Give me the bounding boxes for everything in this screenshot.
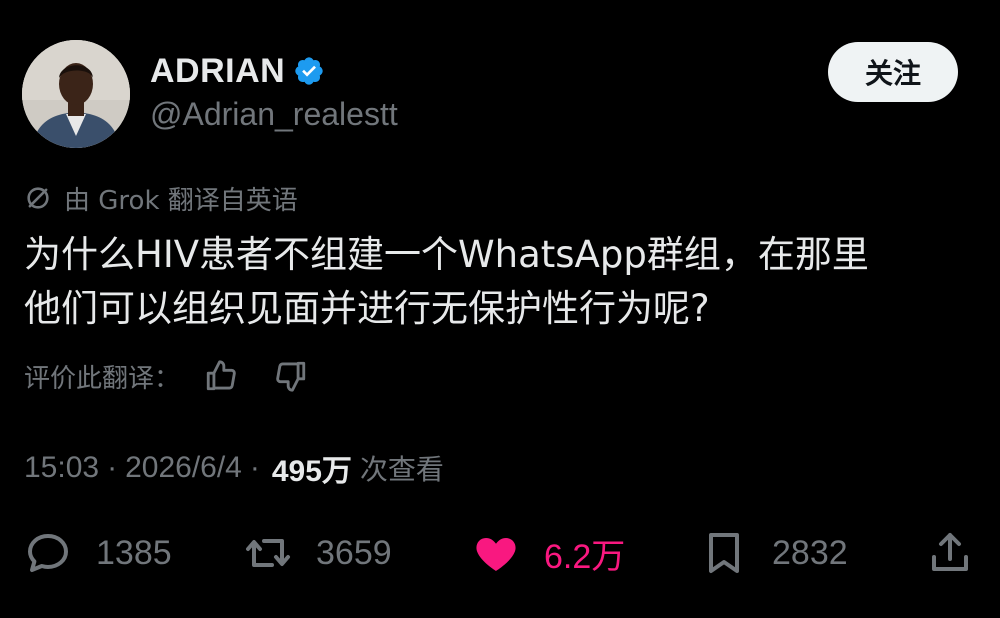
like-button[interactable]: 6.2万 <box>472 528 625 578</box>
translation-note: 由 Grok 翻译自英语 <box>24 180 298 216</box>
reply-button[interactable]: 1385 <box>24 528 172 578</box>
tweet-time[interactable]: 15:03 <box>24 451 99 485</box>
retweet-count: 3659 <box>316 533 392 572</box>
heart-icon <box>476 538 516 571</box>
author-avatar[interactable] <box>22 40 130 148</box>
bookmark-icon <box>709 533 739 573</box>
author-handle[interactable]: @Adrian_realestt <box>150 96 398 133</box>
bookmark-count: 2832 <box>772 533 848 572</box>
like-count: 6.2万 <box>544 537 626 576</box>
bookmark-button[interactable]: 2832 <box>700 528 848 578</box>
author-name-row[interactable]: ADRIAN <box>150 50 325 92</box>
views-label: 次查看 <box>359 453 444 486</box>
tweet-text-line-2: 他们可以组织见面并进行无保护性行为呢? <box>24 287 710 330</box>
tweet-text-line-1: 为什么HIV患者不组建一个WhatsApp群组，在那里 <box>24 233 869 276</box>
share-button[interactable] <box>926 528 974 578</box>
reply-icon <box>28 534 68 572</box>
rate-translation-label: 评价此翻译： <box>24 363 181 394</box>
thumbs-up-icon[interactable] <box>204 359 238 393</box>
author-display-name[interactable]: ADRIAN <box>150 52 285 91</box>
retweet-icon <box>246 539 290 567</box>
meta-separator: · <box>249 451 260 484</box>
tweet-meta: 15:03 · 2026/6/4 · 495万 次查看 <box>24 446 444 490</box>
translation-note-text: 由 Grok 翻译自英语 <box>64 185 298 216</box>
translate-disabled-icon <box>27 187 49 209</box>
tweet-date[interactable]: 2026/6/4 <box>125 451 242 485</box>
verified-badge-icon <box>295 57 323 85</box>
follow-button[interactable]: 关注 <box>828 42 958 102</box>
thumbs-down-icon[interactable] <box>274 359 308 393</box>
rate-translation-row: 评价此翻译： <box>24 356 308 396</box>
reply-count: 1385 <box>96 533 172 572</box>
views-count[interactable]: 495万 <box>272 446 352 490</box>
retweet-button[interactable]: 3659 <box>244 528 392 578</box>
share-icon <box>932 533 968 571</box>
meta-separator: · <box>107 451 118 484</box>
tweet-text: 为什么HIV患者不组建一个WhatsApp群组，在那里 他们可以组织见面并进行无… <box>24 228 974 336</box>
